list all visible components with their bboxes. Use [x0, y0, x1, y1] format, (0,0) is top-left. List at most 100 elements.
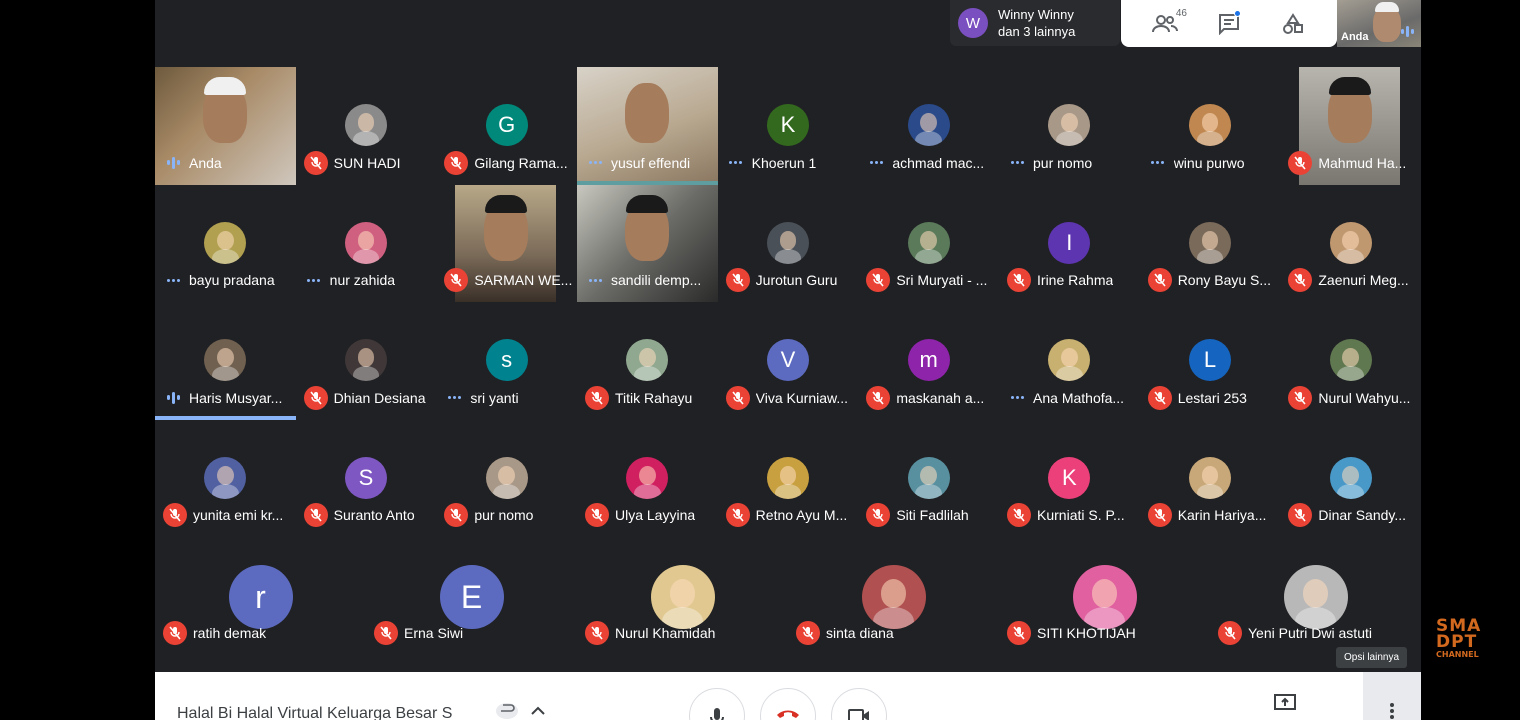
participant-tile[interactable]: Retno Ayu M...: [717, 419, 859, 537]
participant-tile[interactable]: sinta diana: [788, 537, 999, 655]
chevron-up-icon[interactable]: [529, 702, 547, 720]
meeting-title[interactable]: Halal Bi Halal Virtual Keluarga Besar S: [177, 705, 452, 720]
participant-tile[interactable]: Nurul Wahyu...: [1280, 302, 1421, 420]
participant-tile[interactable]: m maskanah a...: [858, 302, 999, 420]
participant-tile[interactable]: Sri Muryati - ...: [858, 184, 999, 302]
participant-tile[interactable]: winu purwo: [1139, 67, 1281, 185]
photo-avatar: [650, 565, 715, 629]
participant-name-row: sandili demp...: [585, 268, 701, 292]
participant-tile[interactable]: V Viva Kurniaw...: [717, 302, 859, 420]
avatar-photo-body: [915, 131, 943, 146]
avatar-photo-body: [493, 483, 521, 499]
mic-off-icon: [585, 385, 609, 410]
participant-name-row: achmad mac...: [866, 151, 984, 175]
participant-tile[interactable]: L Lestari 253: [1139, 302, 1281, 420]
participant-tile[interactable]: Ulya Layyina: [577, 419, 718, 537]
participant-tile[interactable]: K Khoerun 1: [717, 67, 859, 185]
avatar-photo-figure: [779, 465, 797, 485]
participant-name: ratih demak: [193, 624, 267, 641]
participant-tile[interactable]: Siti Fadlilah: [858, 419, 999, 537]
participant-name-row: Gilang Rama...: [444, 150, 568, 175]
participant-name-row: Rony Bayu S...: [1147, 268, 1271, 292]
participant-name: Khoerun 1: [751, 154, 817, 171]
participant-name: Sri Muryati - ...: [896, 272, 988, 288]
participant-name: SITI KHOTIJAH: [1037, 624, 1136, 641]
avatar-photo-figure: [1201, 230, 1219, 250]
participant-tile[interactable]: s sri yanti: [436, 302, 577, 420]
camera-button[interactable]: [831, 688, 887, 720]
participant-name-row: winu purwo: [1148, 151, 1245, 175]
avatar-photo-body: [1337, 366, 1365, 381]
participant-tile[interactable]: Ana Mathofa...: [999, 302, 1140, 420]
participant-tile[interactable]: r ratih demak: [155, 537, 366, 655]
avatar-photo-figure: [880, 579, 907, 608]
meet-window: W Winny Winny dan 3 lainnya 46 Anda Anda…: [155, 0, 1421, 720]
letter-avatar: s: [485, 339, 528, 381]
audio-idle-icon: [444, 386, 464, 410]
mic-off-icon: [866, 385, 891, 410]
participant-tile[interactable]: Yeni Putri Dwi astuti: [1210, 537, 1421, 655]
participant-tile[interactable]: Mahmud Ha...: [1280, 67, 1421, 185]
participant-tile[interactable]: Dhian Desiana: [295, 302, 437, 420]
participant-name: Yeni Putri Dwi astuti: [1248, 624, 1372, 641]
participant-tile[interactable]: S Suranto Anto: [295, 419, 437, 537]
participant-tile[interactable]: sandili demp...: [577, 184, 718, 302]
activities-button[interactable]: [1273, 6, 1313, 42]
audio-idle-icon: [1007, 386, 1027, 410]
participant-name: Karin Hariya...: [1177, 507, 1267, 523]
participant-tile[interactable]: Titik Rahayu: [577, 302, 718, 420]
participant-name-row: Nurul Khamidah: [585, 620, 716, 645]
avatar-letter: L: [1203, 347, 1217, 372]
participant-name: Gilang Rama...: [474, 154, 568, 171]
mic-off-icon: [866, 503, 891, 527]
mic-off-icon: [1147, 385, 1172, 410]
avatar-letter: S: [358, 464, 374, 490]
participant-tile[interactable]: pur nomo: [436, 419, 577, 537]
chat-button[interactable]: [1209, 6, 1249, 42]
participant-tile[interactable]: pur nomo: [999, 67, 1140, 185]
participant-tile[interactable]: E Erna Siwi: [366, 537, 577, 655]
self-view-thumbnail[interactable]: Anda: [1337, 0, 1421, 47]
mic-off-icon: [374, 620, 398, 645]
participant-tile[interactable]: Jurotun Guru: [717, 184, 859, 302]
participant-name-row: Lestari 253: [1147, 385, 1247, 410]
participant-tile[interactable]: achmad mac...: [858, 67, 999, 185]
microphone-button[interactable]: [689, 688, 745, 720]
participant-tile[interactable]: nur zahida: [295, 184, 437, 302]
participant-tile[interactable]: SUN HADI: [295, 67, 437, 185]
participant-tile[interactable]: SARMAN WE...: [436, 184, 577, 302]
mic-off-icon: [866, 268, 891, 292]
participant-tile[interactable]: Rony Bayu S...: [1139, 184, 1281, 302]
participant-tile[interactable]: Zaenuri Meg...: [1280, 184, 1421, 302]
attachment-icon[interactable]: [495, 702, 519, 720]
join-notification[interactable]: W Winny Winny dan 3 lainnya: [950, 0, 1120, 46]
participant-name: Nurul Khamidah: [615, 624, 716, 641]
participant-tile[interactable]: K Kurniati S. P...: [999, 419, 1140, 537]
participant-name-row: Zaenuri Meg...: [1288, 268, 1409, 292]
more-options-tooltip: Opsi lainnya: [1336, 647, 1408, 668]
participant-tile[interactable]: yunita emi kr...: [155, 419, 296, 537]
more-options-button[interactable]: [1363, 672, 1421, 720]
participant-tile[interactable]: I Irine Rahma: [999, 184, 1140, 302]
participant-tile[interactable]: Karin Hariya...: [1139, 419, 1281, 537]
participant-tile[interactable]: yusuf effendi: [577, 67, 718, 185]
letter-avatar: G: [485, 104, 528, 146]
participant-tile[interactable]: Haris Musyar...: [155, 302, 296, 420]
leave-call-button[interactable]: [760, 688, 816, 720]
participant-tile[interactable]: Nurul Khamidah: [577, 537, 788, 655]
avatar-photo-body: [633, 483, 661, 499]
participant-tile[interactable]: SITI KHOTIJAH: [999, 537, 1210, 655]
participant-name-row: yunita emi kr...: [163, 503, 283, 527]
avatar-letter: K: [1062, 464, 1077, 490]
mic-off-icon: [725, 385, 750, 410]
participant-tile[interactable]: Dinar Sandy...: [1280, 419, 1421, 537]
participant-tile[interactable]: Anda: [155, 67, 296, 185]
letter-avatar: L: [1189, 339, 1232, 381]
participant-tile[interactable]: G Gilang Rama...: [436, 67, 577, 185]
participants-button[interactable]: 46: [1145, 6, 1187, 42]
participant-tile[interactable]: bayu pradana: [155, 184, 296, 302]
participant-name-row: pur nomo: [1007, 151, 1092, 175]
participant-name-row: Retno Ayu M...: [725, 503, 847, 527]
avatar-photo-figure: [1342, 465, 1360, 485]
present-button[interactable]: [1273, 692, 1297, 717]
